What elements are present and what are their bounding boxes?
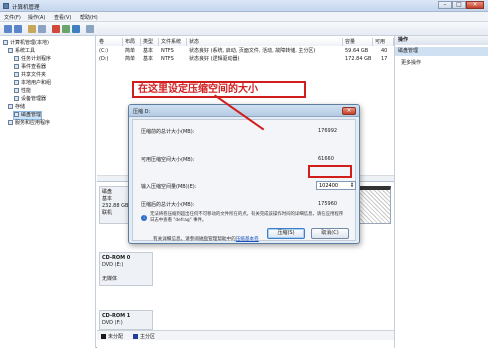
title-bar: 计算机管理 – □ × [0,0,488,12]
properties-icon[interactable] [62,25,70,33]
dialog-title: 压缩 D: [133,109,151,115]
tools-icon [8,48,13,53]
legend-primary: 主分区 [140,334,156,340]
performance-icon [14,88,19,93]
tree-root[interactable]: 计算机管理(本地) [3,40,49,47]
field-label-total-after: 压缩后的总计大小(MB): [141,202,195,208]
cdrom-name: CD-ROM 0 [102,255,131,261]
field-label-shrink-amount: 输入压缩空间量(MB)(E): [141,184,197,190]
clock-icon [14,56,19,61]
cdrom-0-label[interactable]: CD-ROM 0 DVD (E:) 无媒体 [99,252,153,286]
help-row: 有关详细信息，请参阅磁盘管理帮助中的压缩基本卷 [153,236,259,242]
shrink-amount-spinner[interactable]: ▲ ▼ [349,182,355,189]
col-header-free[interactable]: 可用 [373,38,394,46]
back-icon[interactable] [4,25,12,33]
tree-item-storage[interactable]: 存储 [8,104,25,111]
field-value-total-before: 176992 [318,128,338,134]
tree-item-event-viewer[interactable]: 事件查看器 [14,64,46,71]
up-folder-icon[interactable] [28,25,36,33]
actions-section-disk-management[interactable]: 磁盘管理 [395,47,488,56]
dialog-body: 压缩前的总计大小(MB): 176992 可用压缩空间大小(MB): 61660… [132,119,356,242]
legend-unallocated: 未分配 [108,334,124,340]
minimize-button[interactable]: – [438,1,452,9]
tree-item-system-tools[interactable]: 系统工具 [8,48,35,55]
show-hide-tree-icon[interactable] [38,25,46,33]
maximize-button[interactable]: □ [452,1,466,9]
menu-bar: 文件(F) 操作(A) 查看(V) 帮助(H) [0,12,488,22]
cancel-button[interactable]: 取消(C) [311,228,349,239]
help-prefix: 有关详细信息，请参阅磁盘管理帮助中的 [153,237,236,242]
dialog-close-button[interactable]: × [342,107,356,115]
forward-icon[interactable] [14,25,22,33]
col-header-layout[interactable]: 布局 [123,38,141,46]
computer-icon [3,40,8,45]
device-manager-icon [14,96,19,101]
navigation-tree: 计算机管理(本地) 系统工具 任务计划程序 事件查看器 共享文件夹 本地用户和组… [0,36,96,348]
close-button[interactable]: × [466,1,484,9]
cdrom-type: DVD (E:) [102,262,124,268]
cdrom-1-label[interactable]: CD-ROM 1 DVD (F:) [99,310,153,330]
col-header-filesystem[interactable]: 文件系统 [159,38,187,46]
tree-item-local-users[interactable]: 本地用户和组 [14,80,51,87]
cdrom-status: 无媒体 [102,276,118,282]
col-header-capacity[interactable]: 容量 [343,38,373,46]
more-actions-link[interactable]: 更多操作 [401,59,421,66]
annotation-callout: 在这里设定压缩空间的大小 [132,81,306,98]
tree-item-device-manager[interactable]: 设备管理器 [14,96,46,103]
folder-icon [14,72,19,77]
shrink-button[interactable]: 压缩(S) [267,228,305,239]
delete-icon[interactable] [52,25,60,33]
help-icon[interactable] [72,25,80,33]
computer-management-icon [3,3,9,9]
col-header-status[interactable]: 状态 [187,38,343,46]
menu-help[interactable]: 帮助(H) [80,14,98,21]
storage-icon [8,104,13,109]
menu-action[interactable]: 操作(A) [28,14,45,21]
info-icon: i [141,215,147,221]
cdrom-type: DVD (F:) [102,320,123,326]
actions-pane: 操作 磁盘管理 更多操作 [394,36,488,348]
tree-item-disk-management[interactable]: 磁盘管理 [12,111,43,120]
actions-header: 操作 [395,36,488,45]
users-icon [14,80,19,85]
help-link-shrink-basic-volume[interactable]: 压缩基本卷 [236,237,259,242]
disk-icon [14,112,19,117]
disk-legend: 未分配 主分区 [97,330,394,340]
col-header-volume[interactable]: 卷 [97,38,123,46]
field-value-available: 61660 [318,156,334,162]
field-label-total-before: 压缩前的总计大小(MB): [141,129,195,135]
event-viewer-icon [14,64,19,69]
tree-item-performance[interactable]: 性能 [14,88,31,95]
tree-item-shared-folders[interactable]: 共享文件夹 [14,72,46,79]
field-label-available: 可用压缩空间大小(MB): [141,157,195,163]
annotation-highlight-box [308,165,352,178]
view-icon[interactable] [86,25,94,33]
shrink-note: 无法将卷压缩到超出任何不可移动的文件所在的点。有关完成该操作时间的详细信息，请在… [150,212,344,223]
legend-swatch-unallocated [101,334,106,339]
menu-file[interactable]: 文件(F) [4,14,21,21]
toolbar [0,22,488,36]
services-icon [8,120,13,125]
legend-swatch-primary [133,334,138,339]
col-header-type[interactable]: 类型 [141,38,159,46]
menu-view[interactable]: 查看(V) [54,14,71,21]
tree-item-task-scheduler[interactable]: 任务计划程序 [14,56,51,63]
tree-item-services-apps[interactable]: 服务和应用程序 [8,120,50,127]
window-title: 计算机管理 [12,5,40,11]
field-value-total-after: 175960 [318,201,338,207]
cdrom-name: CD-ROM 1 [102,313,131,319]
